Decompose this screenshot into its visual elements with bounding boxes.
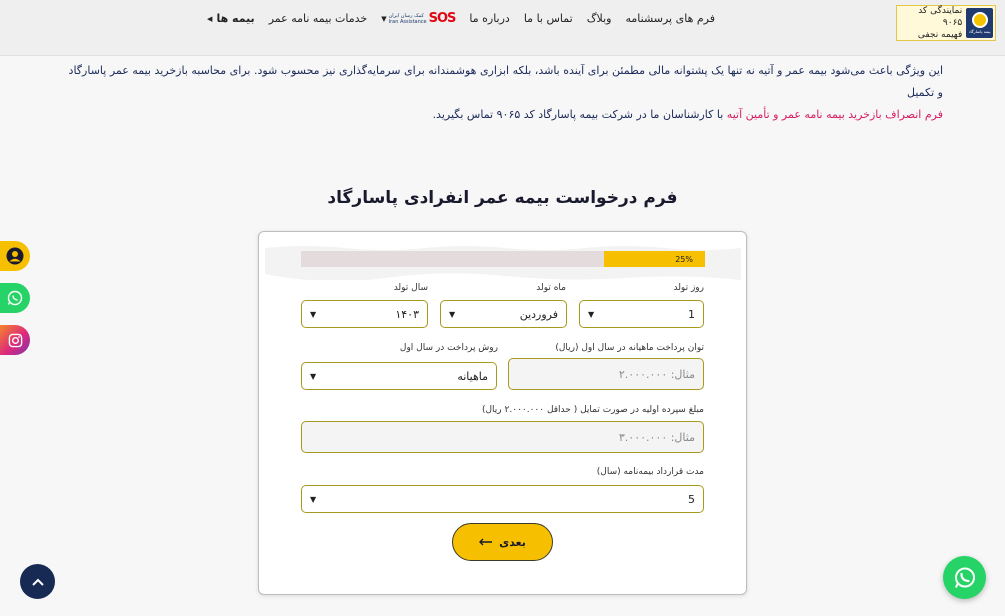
birth-month-label: ماه تولد (536, 283, 566, 293)
contract-duration-select[interactable]: 5 ▼ (301, 485, 704, 513)
payment-method-label: روش پرداخت در سال اول (399, 343, 498, 353)
whatsapp-side-button[interactable] (0, 283, 30, 313)
nav-blog[interactable]: وبلاگ (587, 12, 612, 25)
nav-life-services[interactable]: خدمات بیمه نامه عمر (269, 12, 368, 25)
monthly-capacity-input[interactable]: مثال: ۲.۰۰۰.۰۰۰ (508, 358, 704, 390)
birth-year-label: سال تولد (393, 283, 428, 293)
nav-questionnaires[interactable]: فرم های پرسشنامه (625, 12, 715, 25)
nav-contact[interactable]: تماس با ما (524, 12, 573, 25)
agency-logo[interactable]: نمایندگی کد ۹۰۶۵ فهیمه نجفی بیمه پاسارگا… (896, 5, 996, 41)
whatsapp-icon (7, 290, 23, 306)
birth-day-value: 1 (688, 307, 695, 321)
payment-method-select[interactable]: ماهیانه ▼ (301, 362, 497, 390)
instagram-side-button[interactable] (0, 325, 30, 355)
birth-month-select[interactable]: فروردین ▼ (440, 300, 567, 328)
caret-down-icon: ▼ (588, 309, 595, 319)
whatsapp-float-button[interactable] (943, 556, 986, 599)
birth-day-label: روز تولد (673, 283, 704, 293)
nav-life-services-label: خدمات بیمه نامه عمر (268, 12, 368, 25)
instagram-icon (8, 333, 22, 347)
sos-subtitle: کمک رسان ایران Iran Assistance (389, 13, 427, 25)
top-navbar: نمایندگی کد ۹۰۶۵ فهیمه نجفی بیمه پاسارگا… (0, 0, 1005, 56)
logo-line-1: نمایندگی کد ۹۰۶۵ (918, 6, 963, 28)
logo-line-2: فهیمه نجفی (917, 30, 963, 40)
nav-insurances[interactable]: بیمه ها ◀ (207, 12, 255, 25)
arrow-left-icon (479, 538, 493, 546)
nav-about-label: درباره ما (469, 12, 510, 25)
next-button[interactable]: بعدی (452, 523, 553, 561)
birth-day-select[interactable]: 1 ▼ (579, 300, 704, 328)
caret-down-icon: ▼ (310, 494, 317, 504)
caret-down-icon: ▼ (381, 14, 387, 23)
birth-year-select[interactable]: ۱۴۰۳ ▼ (301, 300, 428, 328)
chevron-up-icon (31, 578, 44, 586)
birth-month-value: فروردین (519, 307, 558, 321)
initial-deposit-input[interactable]: مثال: ۳.۰۰۰.۰۰۰ (301, 421, 704, 453)
pasargad-emblem-icon: بیمه پاسارگاد (966, 8, 993, 38)
nav-sos[interactable]: SOS کمک رسان ایران Iran Assistance ▼ (381, 11, 457, 26)
progress-bar: 25% (301, 251, 705, 267)
sos-logo: SOS (428, 11, 457, 26)
progress-fill: 25% (604, 251, 705, 267)
next-label: بعدی (499, 535, 526, 549)
contract-duration-label: مدت قرارداد بیمه‌نامه (سال) (596, 467, 704, 477)
progress-label: 25% (675, 254, 693, 264)
contract-duration-value: 5 (688, 492, 695, 506)
user-contact-button[interactable] (0, 241, 30, 271)
form-title: فرم درخواست بیمه عمر انفرادی پاسارگاد (327, 188, 678, 208)
initial-deposit-label: مبلغ سپرده اولیه در صورت تمایل ( حداقل ۲… (482, 405, 704, 415)
logo-text: نمایندگی کد ۹۰۶۵ فهیمه نجفی (899, 5, 962, 41)
surrender-form-link[interactable]: فرم انصراف بازخرید بیمه نامه عمر و تأمین… (727, 108, 943, 121)
user-icon (6, 247, 24, 265)
main-nav: بیمه ها ◀ خدمات بیمه نامه عمر SOS کمک رس… (207, 11, 715, 26)
caret-left-icon: ◀ (207, 14, 213, 23)
monthly-capacity-label: توان پرداخت ماهیانه در سال اول (ریال) (555, 343, 704, 353)
caret-down-icon: ▼ (310, 371, 317, 381)
caret-down-icon: ▼ (310, 309, 317, 319)
monthly-capacity-placeholder: مثال: ۲.۰۰۰.۰۰۰ (618, 367, 695, 381)
nav-questionnaires-label: فرم های پرسشنامه (625, 12, 715, 25)
intro-text-2: با کارشناسان ما در شرکت بیمه پاسارگاد کد… (432, 108, 727, 121)
sos-subtitle-1: کمک رسان ایران (388, 12, 424, 19)
scroll-top-button[interactable] (20, 564, 55, 599)
payment-method-value: ماهیانه (457, 369, 488, 383)
initial-deposit-placeholder: مثال: ۳.۰۰۰.۰۰۰ (618, 430, 695, 444)
intro-text-1: این ویژگی باعث می‌شود بیمه عمر و آتیه نه… (68, 64, 943, 99)
birth-year-value: ۱۴۰۳ (395, 307, 419, 321)
nav-blog-label: وبلاگ (586, 12, 612, 25)
whatsapp-icon (954, 567, 975, 588)
caret-down-icon: ▼ (449, 309, 456, 319)
sos-subtitle-2: Iran Assistance (388, 18, 427, 25)
nav-about[interactable]: درباره ما (469, 12, 509, 25)
life-insurance-form: 25% روز تولد 1 ▼ ماه تولد فروردین ▼ سال … (258, 231, 747, 595)
intro-paragraph: این ویژگی باعث می‌شود بیمه عمر و آتیه نه… (63, 60, 943, 126)
logo-brand: بیمه پاسارگاد (968, 29, 991, 34)
nav-contact-label: تماس با ما (523, 12, 573, 25)
nav-insurances-label: بیمه ها (216, 12, 255, 25)
